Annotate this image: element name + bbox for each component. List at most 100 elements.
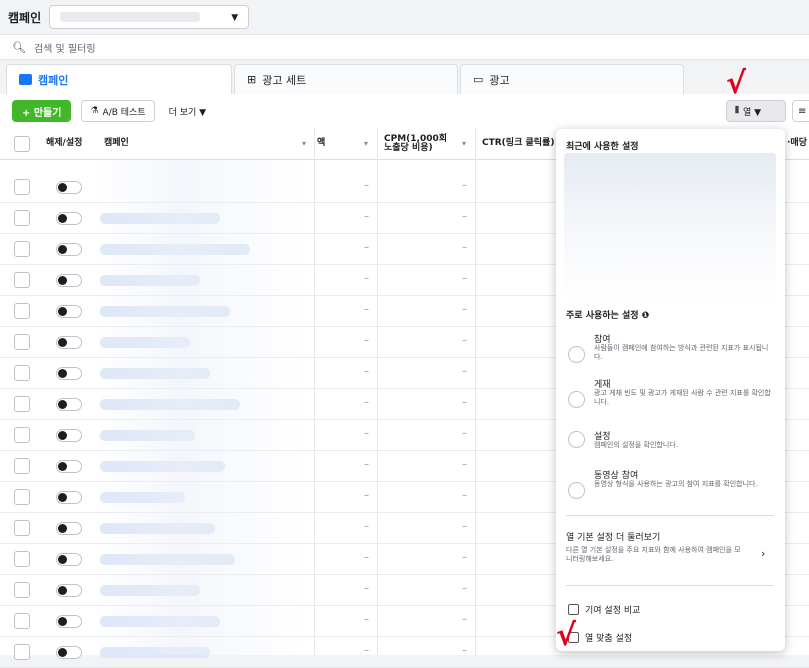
more-presets-title: 열 기본 설정 더 둘러보기 bbox=[566, 533, 661, 543]
row-checkbox[interactable] bbox=[14, 644, 30, 660]
header-toggle[interactable]: 해제/설정 bbox=[46, 128, 86, 160]
row-toggle[interactable] bbox=[56, 646, 82, 659]
customize-columns-button[interactable]: 열 맞춤 설정 bbox=[568, 631, 632, 644]
select-all-checkbox[interactable] bbox=[14, 128, 30, 160]
row-checkbox[interactable] bbox=[14, 272, 30, 288]
row-checkbox[interactable] bbox=[14, 241, 30, 257]
row-checkbox[interactable] bbox=[14, 210, 30, 226]
radio-button[interactable] bbox=[568, 346, 585, 363]
cell-ctr: – bbox=[462, 211, 467, 222]
cell-ctr: – bbox=[462, 397, 467, 408]
tab-adset[interactable]: ⊞ 광고 세트 bbox=[234, 64, 458, 94]
chevron-right-icon: › bbox=[761, 547, 766, 560]
row-toggle[interactable] bbox=[56, 243, 82, 256]
flask-icon: ⚗ bbox=[90, 106, 99, 116]
columns-button[interactable]: ⦀ 열 ▼ bbox=[726, 100, 786, 122]
tab-campaign[interactable]: 캠페인 bbox=[6, 64, 232, 94]
folder-icon bbox=[19, 74, 32, 85]
header-campaign[interactable]: 캠페인 bbox=[104, 128, 129, 160]
row-toggle[interactable] bbox=[56, 274, 82, 287]
row-checkbox[interactable] bbox=[14, 520, 30, 536]
row-checkbox[interactable] bbox=[14, 582, 30, 598]
row-toggle[interactable] bbox=[56, 336, 82, 349]
recent-settings-title: 최근에 사용한 설정 bbox=[566, 142, 639, 152]
cell-ctr: – bbox=[462, 583, 467, 594]
cell-cpm: – bbox=[364, 335, 369, 346]
search-placeholder: 검색 및 필터링 bbox=[33, 43, 96, 55]
cell-ctr: – bbox=[462, 645, 467, 656]
cell-ctr: – bbox=[462, 614, 467, 625]
cell-cpm: – bbox=[364, 273, 369, 284]
cell-ctr: – bbox=[462, 366, 467, 377]
search-filter-bar[interactable]: 🔍︎ 검색 및 필터링 bbox=[0, 34, 809, 60]
cell-cpm: – bbox=[364, 366, 369, 377]
row-toggle[interactable] bbox=[56, 181, 82, 194]
header-ctr[interactable]: CTR(링크 클릭률) bbox=[482, 128, 556, 160]
level-tabs: 캠페인 ⊞ 광고 세트 ▭ 광고 bbox=[0, 64, 809, 94]
campaign-names-blurred bbox=[95, 160, 305, 655]
row-checkbox[interactable] bbox=[14, 365, 30, 381]
radio-button[interactable] bbox=[568, 391, 585, 408]
row-toggle[interactable] bbox=[56, 491, 82, 504]
row-toggle[interactable] bbox=[56, 367, 82, 380]
cell-cpm: – bbox=[364, 459, 369, 470]
cell-cpm: – bbox=[364, 397, 369, 408]
create-button[interactable]: + 만들기 bbox=[12, 100, 72, 122]
cell-cpm: – bbox=[364, 583, 369, 594]
radio-button[interactable] bbox=[568, 482, 585, 499]
tab-label: 광고 bbox=[489, 73, 510, 87]
columns-icon: ⦀ bbox=[735, 106, 739, 116]
option-desc: 캠페인의 설정을 확인합니다. bbox=[594, 441, 678, 449]
row-checkbox[interactable] bbox=[14, 613, 30, 629]
cell-ctr: – bbox=[462, 242, 467, 253]
row-toggle[interactable] bbox=[56, 460, 82, 473]
chevron-down-icon: ▼ bbox=[231, 13, 239, 23]
row-checkbox[interactable] bbox=[14, 334, 30, 350]
divider bbox=[566, 515, 774, 516]
radio-button[interactable] bbox=[568, 431, 585, 448]
cell-cpm: – bbox=[364, 180, 369, 191]
cell-cpm: – bbox=[364, 645, 369, 656]
row-checkbox[interactable] bbox=[14, 427, 30, 443]
ab-test-button[interactable]: ⚗ A/B 테스트 bbox=[81, 100, 155, 122]
row-checkbox[interactable] bbox=[14, 303, 30, 319]
row-checkbox[interactable] bbox=[14, 489, 30, 505]
option-desc: 광고 게재 빈도 및 광고가 게재된 사람 수 관련 지표를 확인합니다. bbox=[594, 389, 771, 406]
tab-ad[interactable]: ▭ 광고 bbox=[460, 64, 684, 94]
cell-ctr: – bbox=[462, 490, 467, 501]
row-checkbox[interactable] bbox=[14, 179, 30, 195]
cell-ctr: – bbox=[462, 273, 467, 284]
header-amount[interactable]: 액 bbox=[317, 128, 325, 160]
compare-attribution-button[interactable]: 기여 설정 비교 bbox=[568, 603, 640, 616]
info-icon: ❶ bbox=[641, 311, 650, 321]
row-toggle[interactable] bbox=[56, 398, 82, 411]
sort-icon: ▾ bbox=[302, 138, 307, 148]
cell-cpm: – bbox=[364, 242, 369, 253]
top-bar: 캠페인 ▼ bbox=[0, 0, 809, 34]
header-last[interactable]: ·매당 bbox=[787, 128, 807, 160]
search-icon: 🔍︎ bbox=[12, 40, 26, 54]
row-toggle[interactable] bbox=[56, 212, 82, 225]
annotation-check-icon: √ bbox=[726, 66, 747, 101]
row-toggle[interactable] bbox=[56, 615, 82, 628]
row-toggle[interactable] bbox=[56, 429, 82, 442]
account-select[interactable]: ▼ bbox=[49, 5, 250, 29]
row-toggle[interactable] bbox=[56, 522, 82, 535]
compare-icon bbox=[568, 604, 579, 615]
cell-cpm: – bbox=[364, 304, 369, 315]
more-button[interactable]: 더 보기 ▼ bbox=[169, 105, 206, 118]
row-checkbox[interactable] bbox=[14, 396, 30, 412]
cell-ctr: – bbox=[462, 180, 467, 191]
row-toggle[interactable] bbox=[56, 305, 82, 318]
header-cpm[interactable]: CPM(1,000회 노출당 비용) bbox=[384, 128, 456, 160]
option-desc: 동영상 형식을 사용하는 광고의 참여 지표를 확인합니다. bbox=[594, 480, 758, 488]
columns-dropdown-panel: 최근에 사용한 설정 주로 사용하는 설정 ❶ 참여 사람들이 캠페인에 참여하… bbox=[556, 129, 785, 651]
row-toggle[interactable] bbox=[56, 553, 82, 566]
row-checkbox[interactable] bbox=[14, 551, 30, 567]
row-toggle[interactable] bbox=[56, 584, 82, 597]
breakdown-button[interactable]: ≡ bbox=[792, 100, 809, 122]
page-title: 캠페인 bbox=[8, 10, 42, 25]
cell-ctr: – bbox=[462, 459, 467, 470]
row-checkbox[interactable] bbox=[14, 458, 30, 474]
divider bbox=[566, 585, 774, 586]
